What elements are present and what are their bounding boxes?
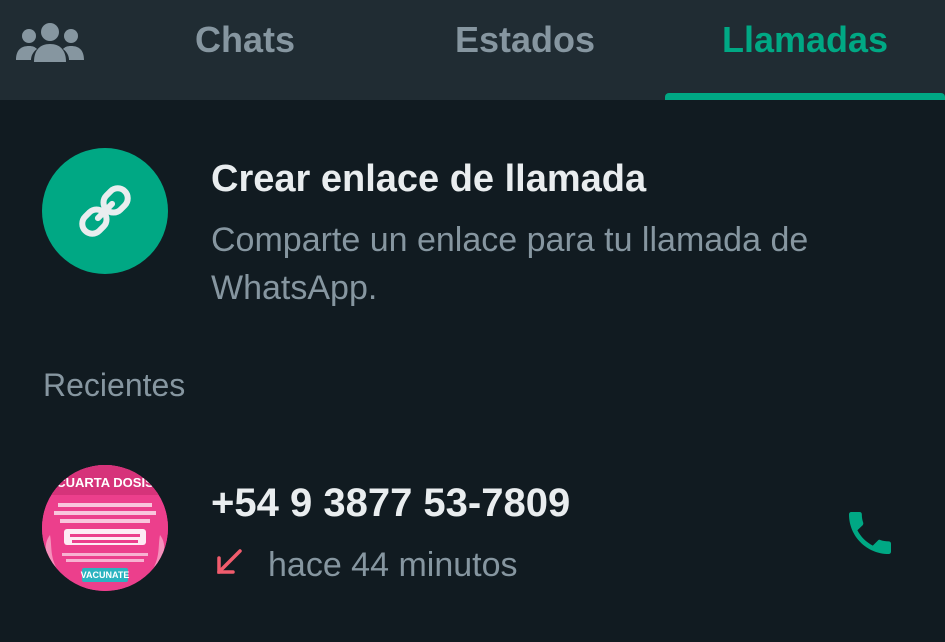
avatar-heading: CUARTA DOSIS [56, 475, 154, 490]
tab-estados[interactable]: Estados [425, 18, 625, 62]
avatar-badge: VACUNATE [81, 570, 130, 580]
recents-section-label: Recientes [43, 367, 186, 403]
create-call-link-title: Crear enlace de llamada [211, 158, 647, 200]
avatar[interactable]: CUARTA DOSIS VACUNATE [42, 465, 168, 591]
call-time: hace 44 minutos [268, 546, 518, 584]
phone-icon[interactable] [842, 505, 898, 561]
top-bar: Chats Estados Llamadas [0, 0, 945, 100]
call-log-item[interactable]: CUARTA DOSIS VACUNATE +54 9 3877 53-7809… [0, 455, 945, 605]
community-icon[interactable] [16, 20, 84, 64]
contact-name: +54 9 3877 53-7809 [211, 481, 571, 525]
tab-chats[interactable]: Chats [150, 18, 340, 62]
avatar-image: CUARTA DOSIS VACUNATE [42, 465, 168, 591]
missed-call-arrow-icon [217, 549, 242, 574]
link-icon-circle [42, 148, 168, 274]
active-tab-indicator [665, 93, 945, 100]
create-call-link-row[interactable]: Crear enlace de llamada Comparte un enla… [0, 140, 945, 310]
create-call-link-subtitle: Comparte un enlace para tu llamada de Wh… [211, 221, 809, 307]
link-icon [79, 185, 131, 237]
tab-llamadas[interactable]: Llamadas [680, 18, 930, 62]
